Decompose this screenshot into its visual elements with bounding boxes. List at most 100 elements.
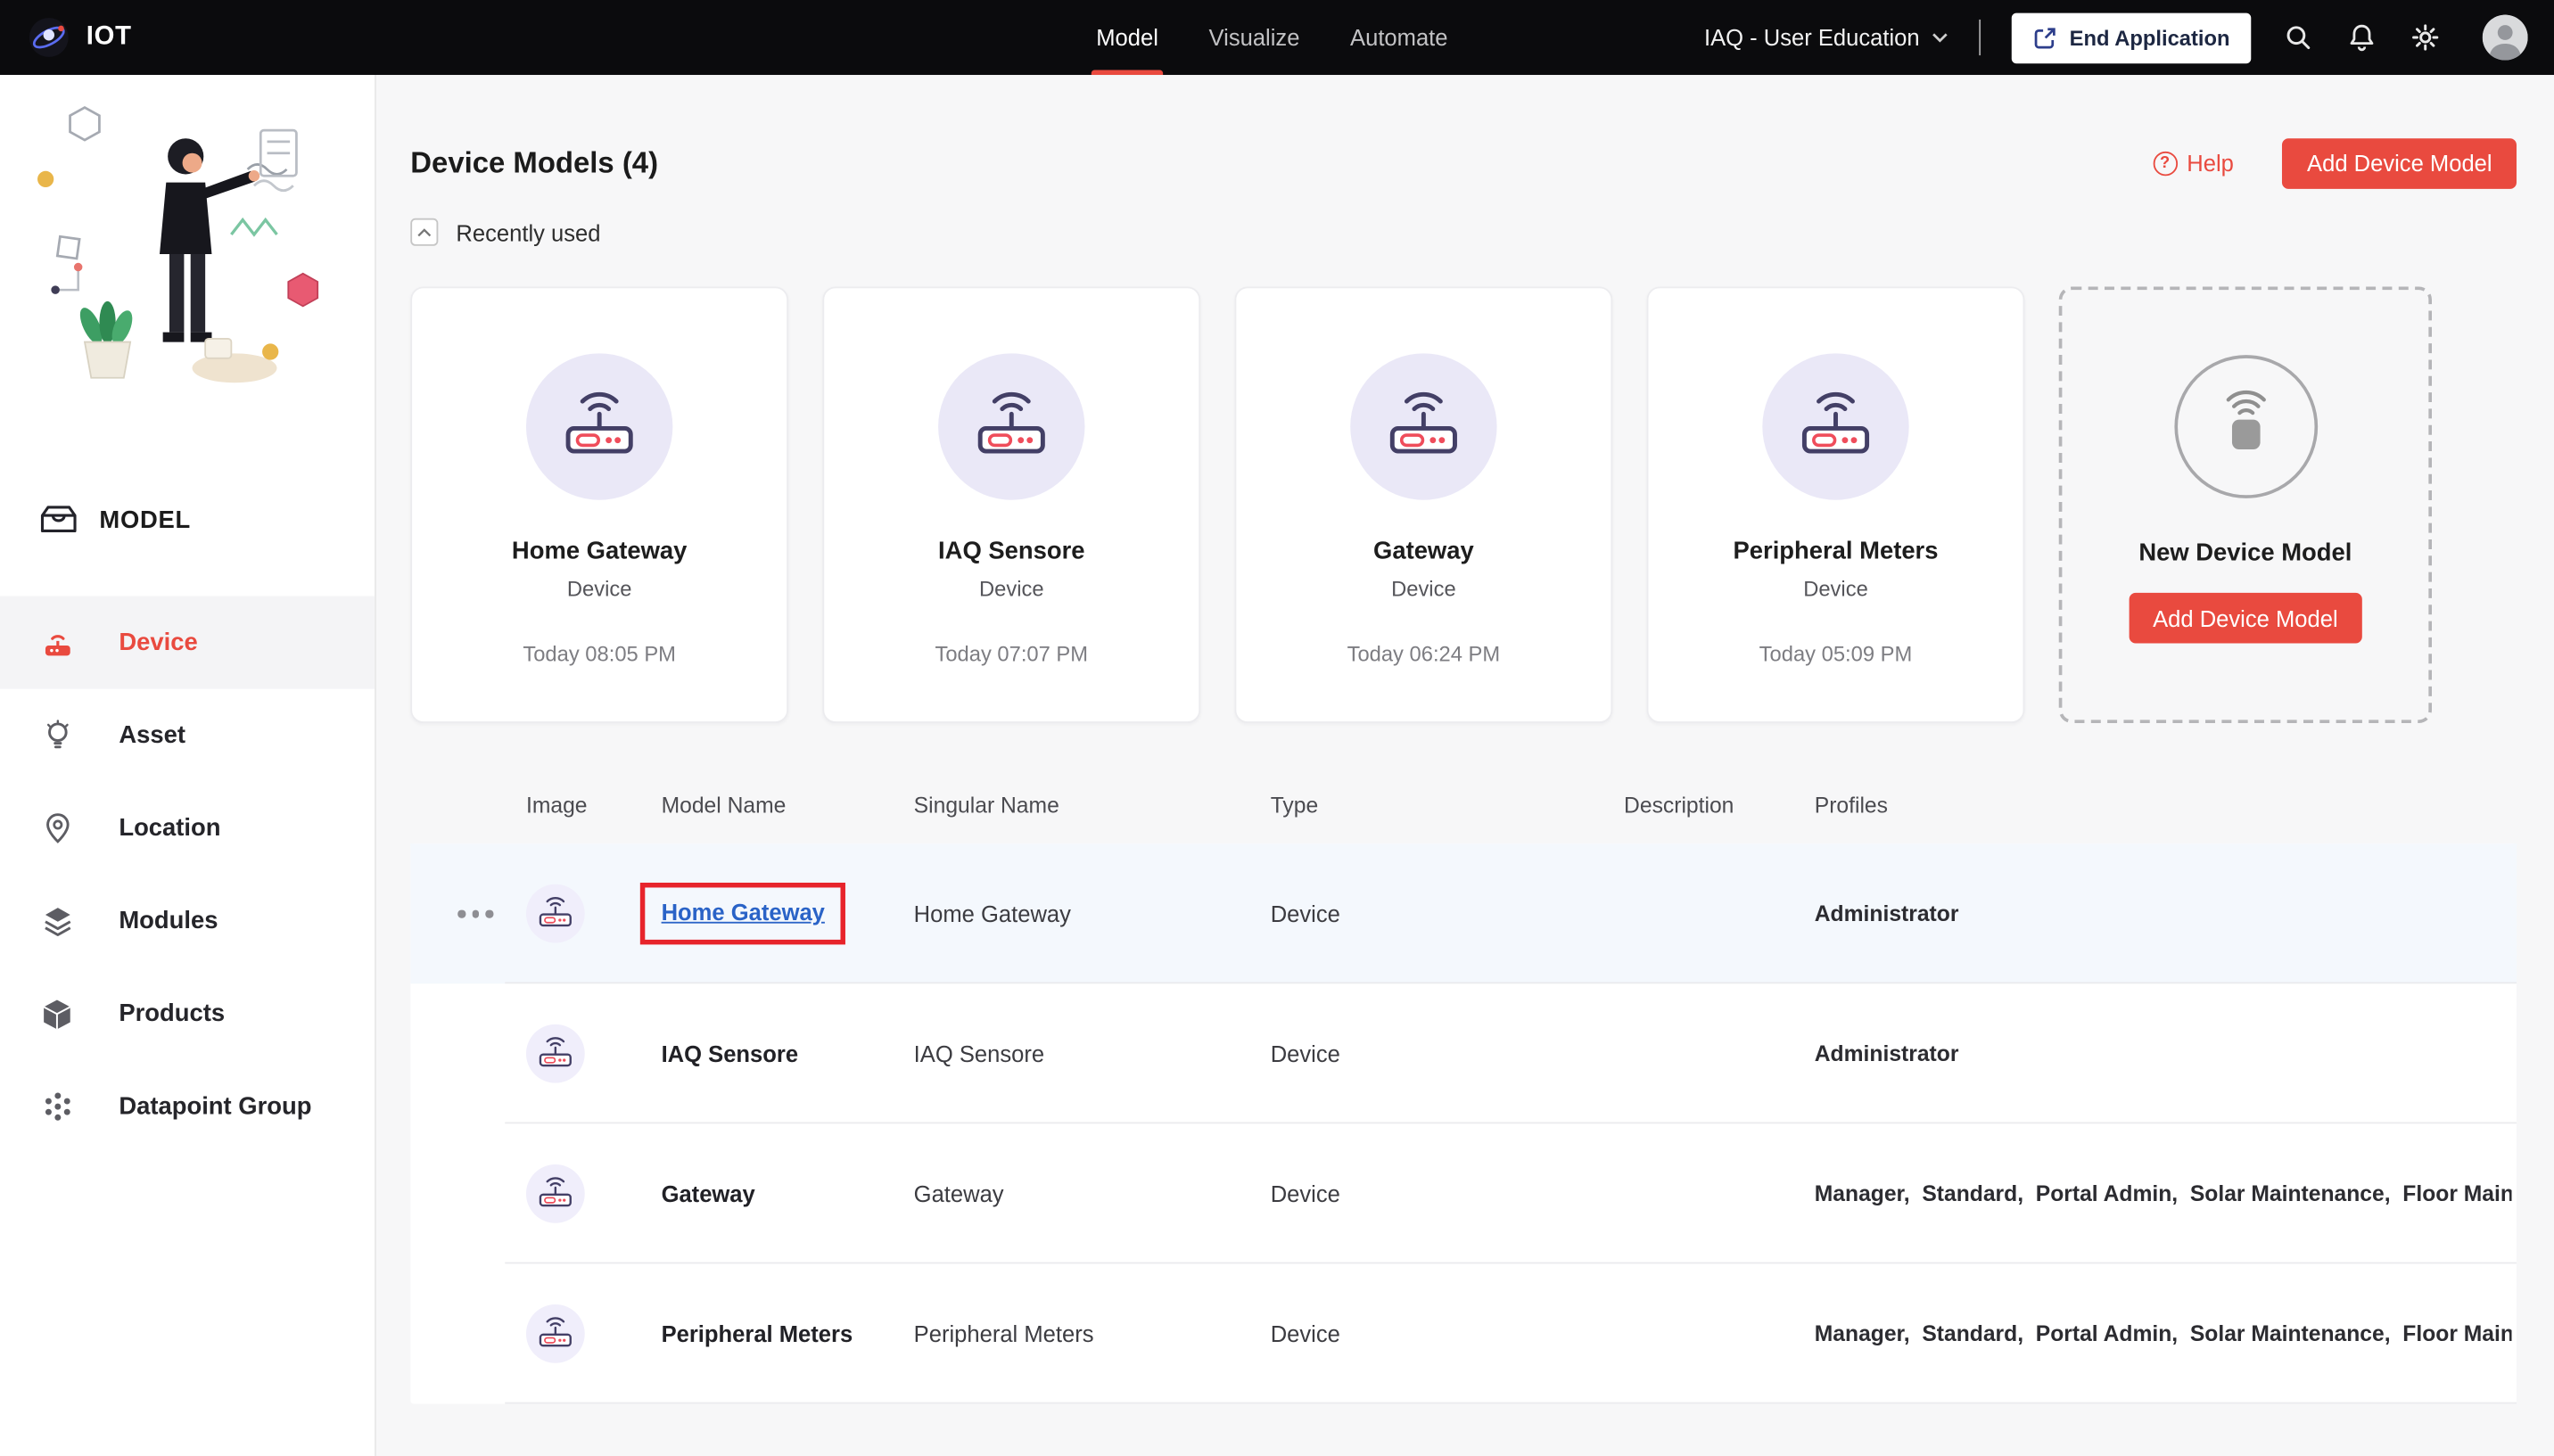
card-timestamp: Today 08:05 PM xyxy=(412,642,787,666)
help-icon: ? xyxy=(2153,151,2177,175)
table-row[interactable]: Peripheral Meters Peripheral Meters Devi… xyxy=(410,1263,2517,1403)
card-timestamp: Today 07:07 PM xyxy=(824,642,1199,666)
help-label: Help xyxy=(2187,150,2234,176)
card-type: Device xyxy=(412,577,787,601)
new-card-title: New Device Model xyxy=(2062,539,2428,567)
model-name-link[interactable]: Home Gateway xyxy=(662,899,825,925)
type-cell: Device xyxy=(1271,1041,1340,1066)
brand[interactable]: IOT xyxy=(0,16,132,58)
sidebar-section-label: MODEL xyxy=(99,506,191,533)
card-type: Device xyxy=(1648,577,2023,601)
sidebar-item-modules[interactable]: Modules xyxy=(0,875,375,967)
app-root: IOT Model Visualize Automate IAQ - User … xyxy=(0,0,2554,1456)
annotation-highlight: Home Gateway xyxy=(640,883,846,944)
chevron-down-icon xyxy=(1931,33,1947,43)
profiles-cell: Manager, Standard, Portal Admin, Solar M… xyxy=(1815,1181,2512,1205)
type-cell: Device xyxy=(1271,1180,1340,1206)
card-type: Device xyxy=(824,577,1199,601)
sidebar-menu: Device Asset xyxy=(0,596,375,1154)
profiles-cell: Administrator xyxy=(1815,1041,2512,1065)
nav-tab-model[interactable]: Model xyxy=(1096,0,1158,75)
app-selector[interactable]: IAQ - User Education xyxy=(1704,24,1948,50)
search-icon[interactable] xyxy=(2282,21,2315,54)
sidebar-item-device[interactable]: Device xyxy=(0,596,375,689)
model-name-cell[interactable]: Gateway xyxy=(662,1180,755,1206)
nav-tab-visualize[interactable]: Visualize xyxy=(1209,0,1300,75)
sidebar-item-datapoint-group[interactable]: Datapoint Group xyxy=(0,1060,375,1153)
user-avatar[interactable] xyxy=(2483,14,2528,60)
router-device-icon xyxy=(534,1032,576,1074)
type-cell: Device xyxy=(1271,901,1340,926)
card-type: Device xyxy=(1236,577,1611,601)
router-device-icon xyxy=(534,1172,576,1214)
asset-bulb-icon xyxy=(37,720,77,751)
router-device-icon xyxy=(556,383,644,471)
device-icon xyxy=(37,627,77,658)
device-icon-circle xyxy=(1762,353,1908,499)
modules-layers-icon xyxy=(37,906,77,937)
table-header: Image Model Name Singular Name Type Desc… xyxy=(410,794,2517,823)
device-model-card[interactable]: Peripheral Meters Device Today 05:09 PM xyxy=(1647,286,2025,723)
open-window-icon xyxy=(2032,25,2056,49)
sidebar-item-label: Datapoint Group xyxy=(119,1093,311,1121)
device-model-card[interactable]: IAQ Sensore Device Today 07:07 PM xyxy=(822,286,1200,723)
add-device-model-button[interactable]: Add Device Model xyxy=(2283,137,2517,188)
table-row[interactable]: IAQ Sensore IAQ Sensore Device Administr… xyxy=(410,983,2517,1123)
sidebar-item-asset[interactable]: Asset xyxy=(0,689,375,782)
row-actions-icon[interactable] xyxy=(457,910,492,917)
row-device-icon-circle xyxy=(526,1164,585,1223)
iot-logo-icon xyxy=(28,16,70,58)
sidebar-item-label: Location xyxy=(119,814,220,842)
sidebar-item-label: Device xyxy=(119,629,197,656)
row-device-icon-circle xyxy=(526,884,585,943)
model-box-icon xyxy=(39,505,78,534)
router-device-icon xyxy=(968,383,1056,471)
nav-tab-automate[interactable]: Automate xyxy=(1350,0,1447,75)
datapoint-group-dots-icon xyxy=(37,1091,77,1123)
model-name-cell[interactable]: IAQ Sensore xyxy=(662,1041,798,1066)
new-device-icon-circle xyxy=(2174,355,2318,498)
router-device-icon xyxy=(534,1312,576,1354)
recently-used-label: Recently used xyxy=(456,219,600,245)
row-device-icon-circle xyxy=(526,1304,585,1363)
table-row[interactable]: Gateway Gateway Device Manager, Standard… xyxy=(410,1123,2517,1263)
model-name-cell[interactable]: Peripheral Meters xyxy=(662,1320,853,1346)
router-device-icon xyxy=(1380,383,1468,471)
sidebar-item-products[interactable]: Products xyxy=(0,967,375,1060)
card-title: Peripheral Meters xyxy=(1648,538,2023,565)
column-header-description: Description xyxy=(1624,794,1734,818)
page-title: Device Models (4) xyxy=(410,145,658,179)
products-box-icon xyxy=(37,998,77,1031)
topbar: IOT Model Visualize Automate IAQ - User … xyxy=(0,0,2554,75)
collapse-recently-used-button[interactable] xyxy=(410,218,438,246)
top-nav: Model Visualize Automate xyxy=(1096,0,1447,75)
card-title: IAQ Sensore xyxy=(824,538,1199,565)
settings-gear-icon[interactable] xyxy=(2409,21,2442,54)
new-device-icon xyxy=(2204,386,2286,467)
recently-used-header: Recently used xyxy=(410,218,600,246)
card-timestamp: Today 06:24 PM xyxy=(1236,642,1611,666)
sidebar-item-label: Modules xyxy=(119,907,218,934)
location-pin-icon xyxy=(37,812,77,843)
end-application-button[interactable]: End Application xyxy=(2011,12,2251,63)
router-device-icon xyxy=(1792,383,1880,471)
brand-name: IOT xyxy=(87,23,132,53)
sidebar-item-location[interactable]: Location xyxy=(0,782,375,875)
device-icon-circle xyxy=(938,353,1084,499)
column-header-image: Image xyxy=(526,794,588,818)
device-icon-circle xyxy=(526,353,672,499)
device-icon-circle xyxy=(1350,353,1496,499)
device-model-card[interactable]: Home Gateway Device Today 08:05 PM xyxy=(410,286,788,723)
device-model-card[interactable]: Gateway Device Today 06:24 PM xyxy=(1235,286,1613,723)
card-title: Gateway xyxy=(1236,538,1611,565)
column-header-profiles: Profiles xyxy=(1815,794,1888,818)
notifications-bell-icon[interactable] xyxy=(2345,21,2378,54)
singular-name-cell: IAQ Sensore xyxy=(914,1041,1044,1066)
page-header: Device Models (4) ? Help Add Device Mode… xyxy=(410,136,2517,188)
profiles-cell: Manager, Standard, Portal Admin, Solar M… xyxy=(1815,1321,2512,1345)
add-device-model-card-button[interactable]: Add Device Model xyxy=(2129,593,2362,644)
recently-used-cards: Home Gateway Device Today 08:05 PM IAQ S… xyxy=(410,286,2517,723)
help-link[interactable]: ? Help xyxy=(2153,150,2234,176)
table-row[interactable]: Home Gateway Home Gateway Device Adminis… xyxy=(410,843,2517,983)
column-header-type: Type xyxy=(1271,794,1318,818)
